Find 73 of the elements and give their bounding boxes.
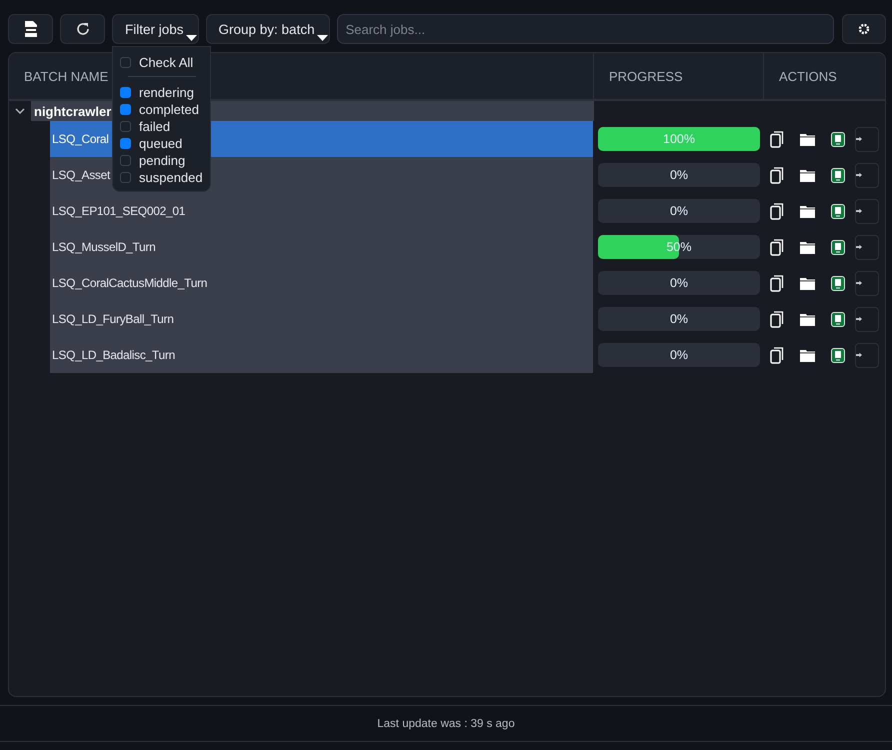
checkbox[interactable] bbox=[120, 172, 131, 183]
refresh-icon bbox=[74, 21, 90, 37]
folder-icon[interactable] bbox=[800, 168, 815, 182]
job-name[interactable]: LSQ_Asset bbox=[52, 168, 110, 182]
document-icon[interactable] bbox=[831, 276, 845, 290]
progress-label: 100% bbox=[662, 131, 696, 148]
progress-label: 0% bbox=[668, 347, 690, 364]
copy-icon[interactable] bbox=[770, 166, 784, 184]
group-by-dropdown[interactable]: Group by: batch bbox=[206, 14, 330, 44]
column-header[interactable]: PROGRESS bbox=[609, 68, 683, 84]
progress-label: 0% bbox=[668, 167, 690, 184]
checkbox-label: rendering bbox=[139, 85, 194, 100]
checkbox-label: completed bbox=[139, 102, 199, 117]
copy-icon[interactable] bbox=[770, 346, 784, 364]
document-icon[interactable] bbox=[831, 204, 845, 218]
settings-icon bbox=[858, 23, 870, 35]
log-button[interactable] bbox=[8, 14, 53, 44]
arrow-button[interactable] bbox=[855, 270, 879, 296]
column-header[interactable]: ACTIONS bbox=[779, 68, 837, 84]
caret-icon bbox=[186, 35, 197, 41]
job-name[interactable]: LSQ_EP101_SEQ002_01 bbox=[52, 204, 186, 218]
arrow-button[interactable] bbox=[855, 162, 879, 188]
copy-icon[interactable] bbox=[770, 274, 784, 292]
chevron-icon[interactable] bbox=[15, 108, 25, 114]
job-name[interactable]: LSQ_LD_Badalisc_Turn bbox=[52, 348, 175, 362]
folder-icon[interactable] bbox=[800, 348, 815, 362]
copy-icon[interactable] bbox=[770, 310, 784, 328]
group-name[interactable]: nightcrawler bbox=[34, 104, 112, 118]
document-icon[interactable] bbox=[831, 132, 845, 146]
search-field[interactable]: Search jobs... bbox=[336, 14, 834, 44]
job-name[interactable]: LSQ_LD_FuryBall_Turn bbox=[52, 312, 174, 326]
arrow-button[interactable] bbox=[855, 126, 879, 152]
checkbox[interactable] bbox=[120, 138, 131, 149]
progress-label: 50% bbox=[665, 239, 693, 256]
checkbox-label: suspended bbox=[139, 170, 203, 185]
settings-button[interactable] bbox=[842, 14, 886, 44]
filter-dropdown[interactable]: Filter jobs bbox=[112, 14, 199, 44]
copy-icon[interactable] bbox=[770, 202, 784, 220]
arrow-button[interactable] bbox=[855, 306, 879, 332]
checkbox[interactable] bbox=[120, 104, 131, 115]
progress-label: 0% bbox=[668, 311, 690, 328]
copy-icon[interactable] bbox=[770, 238, 784, 256]
document-icon[interactable] bbox=[831, 168, 845, 182]
copy-icon[interactable] bbox=[770, 130, 784, 148]
job-name[interactable]: LSQ_Coral bbox=[52, 132, 109, 146]
arrow-button[interactable] bbox=[855, 342, 879, 368]
document-icon[interactable] bbox=[831, 348, 845, 362]
checkbox-label: failed bbox=[139, 119, 170, 134]
arrow-button[interactable] bbox=[855, 198, 879, 224]
folder-icon[interactable] bbox=[800, 204, 815, 218]
progress-label: 0% bbox=[668, 275, 690, 292]
folder-icon[interactable] bbox=[800, 312, 815, 326]
checkbox-label: Check All bbox=[139, 54, 194, 70]
folder-icon[interactable] bbox=[800, 276, 815, 290]
document-icon[interactable] bbox=[831, 240, 845, 254]
checkbox[interactable] bbox=[120, 56, 131, 68]
log-file-icon bbox=[22, 20, 38, 38]
folder-icon[interactable] bbox=[800, 132, 815, 146]
checkbox[interactable] bbox=[120, 87, 131, 98]
checkbox[interactable] bbox=[120, 121, 131, 132]
caret-icon bbox=[316, 35, 328, 41]
checkbox-label: pending bbox=[139, 153, 186, 168]
job-name[interactable]: LSQ_MusselD_Turn bbox=[52, 240, 156, 254]
status-text: Last update was : 39 s ago bbox=[377, 718, 515, 730]
checkbox[interactable] bbox=[120, 155, 131, 166]
refresh-button[interactable] bbox=[60, 14, 105, 44]
arrow-button[interactable] bbox=[855, 234, 879, 260]
folder-icon[interactable] bbox=[800, 240, 815, 254]
checkbox-label: queued bbox=[139, 136, 182, 151]
document-icon[interactable] bbox=[831, 312, 845, 326]
job-name[interactable]: LSQ_CoralCactusMiddle_Turn bbox=[52, 276, 208, 290]
column-header[interactable]: BATCH NAME bbox=[24, 68, 108, 84]
progress-label: 0% bbox=[668, 203, 690, 220]
